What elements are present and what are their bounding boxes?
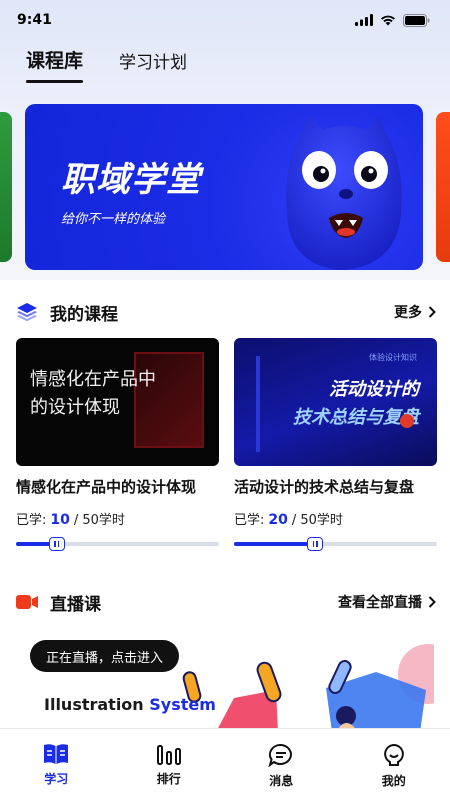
carousel-next-card[interactable]: [436, 112, 450, 262]
thumb-text-line2: 的设计体现: [30, 397, 120, 418]
course-progress-bar: [234, 537, 437, 551]
course-card[interactable]: 情感化在产品中 的设计体现 情感化在产品中的设计体现 已学: 10 / 50学时: [16, 338, 219, 551]
course-title: 情感化在产品中的设计体现: [16, 478, 197, 496]
status-time: 9:41: [17, 12, 52, 28]
learned-hours: 20: [268, 512, 288, 528]
status-icons: [355, 13, 430, 27]
thumb-text-line1: 情感化在产品中: [30, 369, 156, 390]
banner-subtitle: 给你不一样的体验: [61, 212, 166, 227]
total-hours: / 50学时: [291, 513, 343, 528]
nav-mine-label: 我的: [381, 774, 406, 788]
live-header: 直播课 查看全部直播: [16, 588, 436, 616]
progress-fill: [234, 542, 316, 546]
nav-ranking[interactable]: 排行: [139, 743, 199, 787]
layers-icon: [17, 303, 37, 322]
signal-icon: [355, 14, 373, 26]
my-courses-title: 我的课程: [50, 304, 118, 325]
thumb-tag: 体验设计知识: [369, 353, 417, 362]
course-thumbnail: 情感化在产品中 的设计体现: [16, 338, 219, 466]
course-thumbnail: 体验设计知识 活动设计的 技术总结与复盘: [234, 338, 437, 466]
learned-hours: 10: [50, 512, 70, 528]
nav-messages-label: 消息: [269, 774, 294, 788]
top-tabs: 课程库 学习计划: [26, 46, 187, 83]
carousel-prev-card[interactable]: [0, 112, 12, 262]
chat-icon: [268, 744, 293, 767]
banner-title: 职域学堂: [61, 160, 201, 200]
banner-mascot-image: [286, 116, 402, 270]
chevron-right-icon: [428, 306, 436, 318]
course-progress-text: 已学: 20 / 50学时: [234, 509, 437, 528]
course-card[interactable]: 体验设计知识 活动设计的 技术总结与复盘 活动设计的技术总结与复盘 已学: 20…: [234, 338, 437, 551]
view-all-live-label: 查看全部直播: [338, 595, 422, 611]
battery-icon: [403, 13, 430, 27]
wifi-icon: [381, 15, 395, 26]
learned-label: 已学:: [234, 513, 265, 528]
nav-study[interactable]: 学习: [26, 743, 86, 787]
course-progress-text: 已学: 10 / 50学时: [16, 509, 219, 528]
live-now-tooltip[interactable]: 正在直播，点击进入: [30, 640, 180, 672]
illustration-title-a: Illustration: [44, 695, 144, 714]
tab-course-library[interactable]: 课程库: [26, 46, 84, 83]
progress-knob: [48, 537, 65, 551]
status-bar: 9:41: [0, 0, 450, 40]
more-label: 更多: [394, 305, 422, 321]
bar-chart-icon: [156, 745, 181, 765]
banner-carousel: 职域学堂 给你不一样的体验: [0, 104, 450, 270]
nav-messages[interactable]: 消息: [251, 743, 311, 789]
banner-card[interactable]: 职域学堂 给你不一样的体验: [25, 104, 423, 270]
course-progress-bar: [16, 537, 219, 551]
illustration-title-b: System: [149, 695, 216, 714]
total-hours: / 50学时: [73, 513, 125, 528]
view-all-live-link[interactable]: 查看全部直播: [338, 592, 436, 612]
bottom-nav: 学习 排行 消息 我的: [0, 728, 450, 800]
course-title: 活动设计的技术总结与复盘: [234, 478, 415, 496]
live-illustration-title: Illustration System: [44, 695, 216, 714]
nav-ranking-label: 排行: [156, 772, 181, 786]
my-courses-header: 我的课程 更多: [16, 298, 436, 326]
nav-mine[interactable]: 我的: [364, 743, 424, 789]
camera-icon: [16, 595, 38, 609]
my-courses-more-link[interactable]: 更多: [394, 302, 436, 322]
user-icon: [383, 743, 404, 766]
progress-knob: [307, 537, 324, 551]
tab-study-plan[interactable]: 学习计划: [119, 48, 187, 83]
learned-label: 已学:: [16, 513, 47, 528]
book-icon: [44, 744, 69, 764]
chevron-right-icon: [428, 596, 436, 608]
live-title: 直播课: [50, 594, 101, 615]
nav-study-label: 学习: [44, 772, 69, 786]
thumb-text-line1: 活动设计的: [329, 379, 419, 400]
